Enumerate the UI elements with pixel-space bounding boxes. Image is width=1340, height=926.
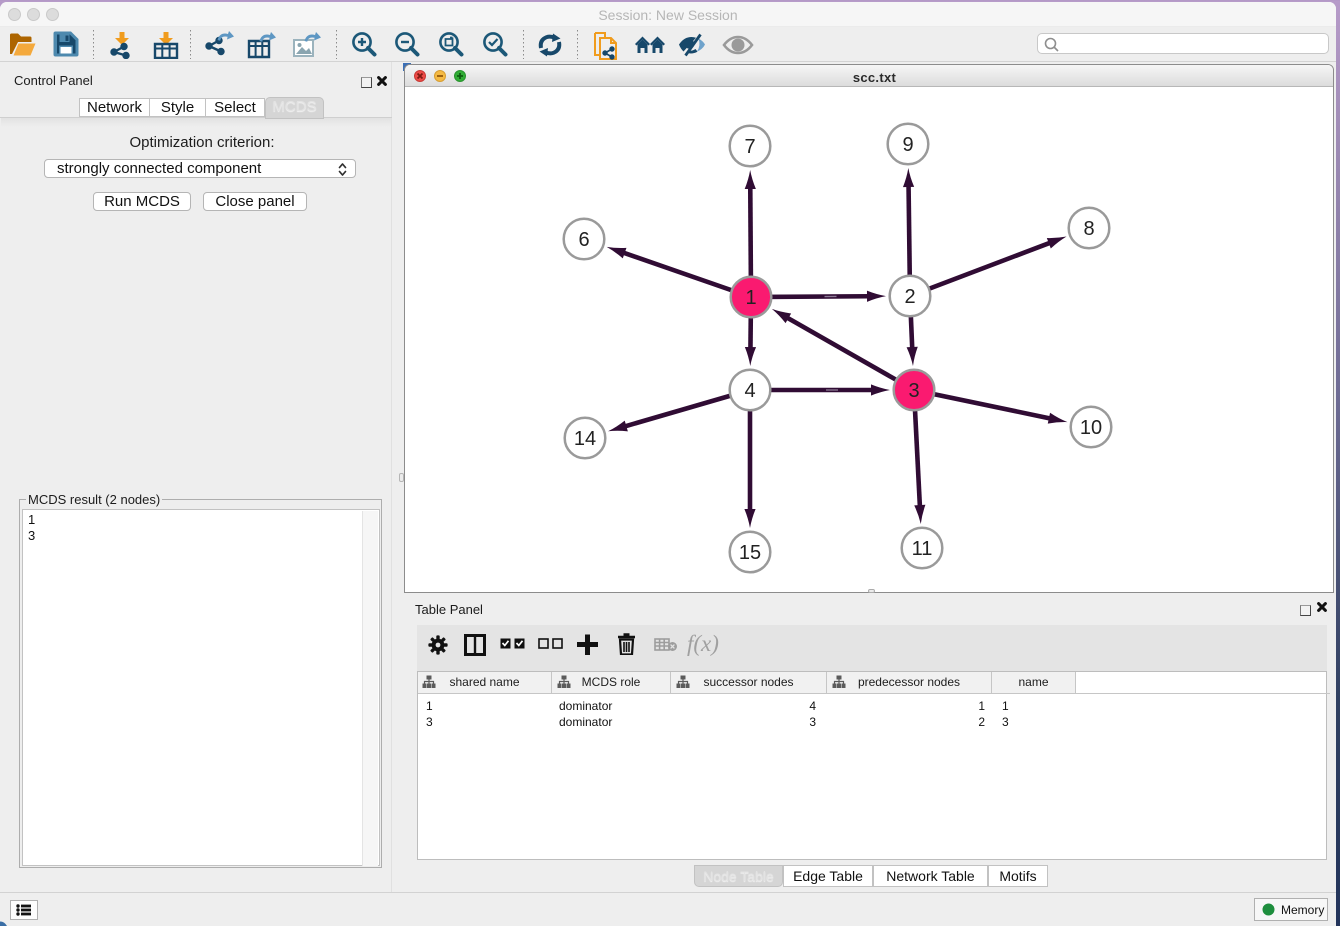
svg-text:11: 11 xyxy=(912,538,933,560)
svg-text:10: 10 xyxy=(1080,417,1102,439)
svg-text:15: 15 xyxy=(739,542,761,564)
svg-text:3: 3 xyxy=(908,380,919,402)
svg-text:1: 1 xyxy=(745,287,756,309)
svg-text:6: 6 xyxy=(578,229,589,251)
svg-text:9: 9 xyxy=(902,134,913,156)
svg-text:4: 4 xyxy=(744,380,755,402)
svg-text:7: 7 xyxy=(744,136,755,158)
svg-text:14: 14 xyxy=(574,428,596,450)
svg-text:8: 8 xyxy=(1083,218,1094,240)
svg-text:2: 2 xyxy=(904,286,915,308)
